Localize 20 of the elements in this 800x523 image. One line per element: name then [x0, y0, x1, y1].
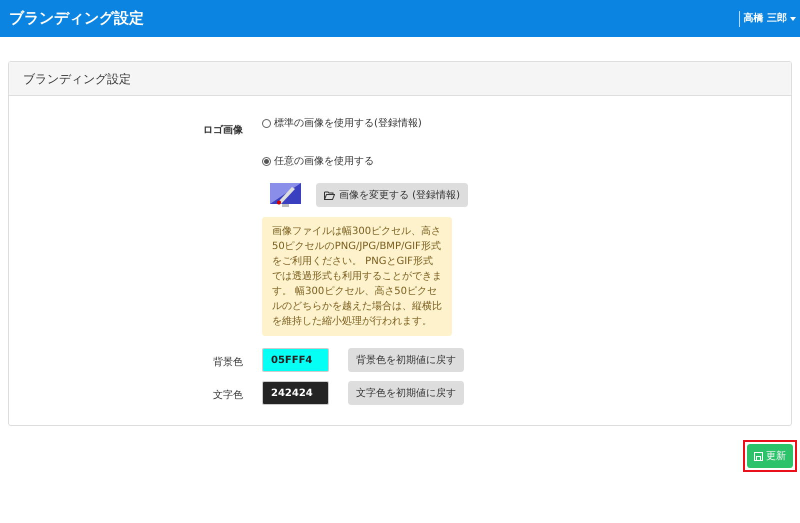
change-image-button[interactable]: 画像を変更する (登録情報): [316, 183, 468, 207]
field-label: ロゴ画像: [203, 125, 243, 136]
radio-option[interactable]: 任意の画像を使用する: [262, 153, 468, 169]
reset-color-button[interactable]: 背景色を初期値に戻す: [348, 348, 464, 372]
color-field[interactable]: 05FFF4: [262, 348, 329, 372]
app-title: ブランディング設定: [9, 8, 144, 30]
color-field[interactable]: 242424: [262, 381, 329, 405]
radio-button[interactable]: [262, 118, 271, 128]
field-label: 背景色: [213, 357, 243, 368]
card-title: ブランディング設定: [23, 70, 131, 88]
logo-thumbnail: [270, 183, 301, 207]
folder-icon: [324, 190, 335, 200]
reset-color-button[interactable]: 文字色を初期値に戻す: [348, 381, 464, 405]
radio-option[interactable]: 標準の画像を使用する(登録情報): [262, 115, 468, 131]
save-icon: [754, 452, 763, 460]
caret-icon: [790, 16, 796, 20]
radio-button[interactable]: [262, 156, 271, 166]
user-menu[interactable]: 高橋 三郎: [738, 10, 796, 26]
field-label: 文字色: [213, 390, 243, 401]
image-note: 画像ファイルは幅300ピクセル、高さ50ピクセルのPNG/JPG/BMP/GIF形式をご利用ください。 PNGとGIF形式では透過形式も利用することができます。 幅300ピクセル、高さ50ピクセルのどちらかを越えた場合は、縦横比を維持した縮小処理が行われます。: [262, 217, 452, 336]
